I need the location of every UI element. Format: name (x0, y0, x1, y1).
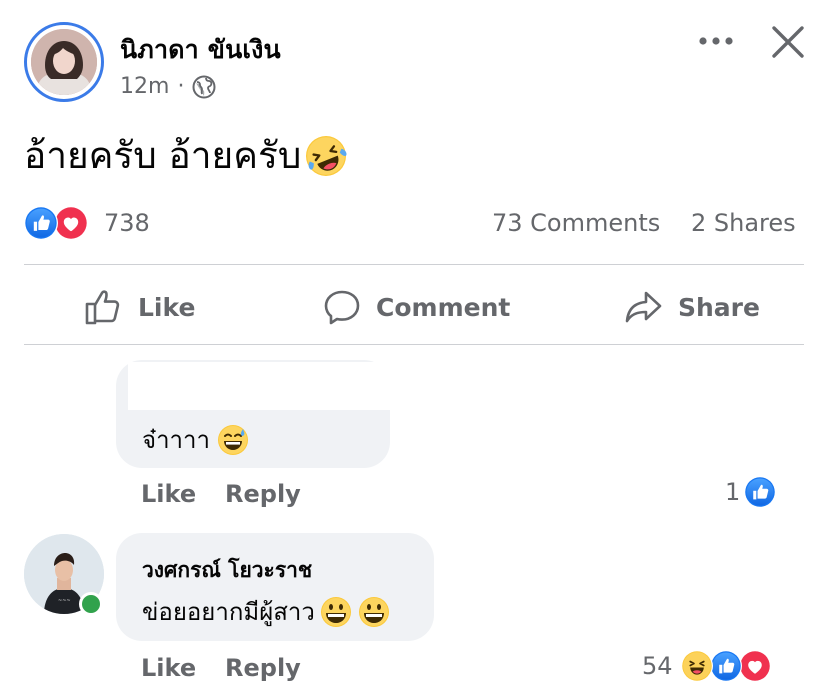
love-reaction-icon (738, 650, 771, 682)
author-name[interactable]: นิภาดา ขันเงิน (120, 30, 281, 70)
share-icon (625, 291, 662, 323)
comment-text: ข่อยอยากมีผู้สาว (142, 592, 391, 631)
redacted-commenter-name (128, 362, 390, 410)
divider-bottom (24, 344, 804, 345)
grinning-emoji-icon (320, 596, 351, 627)
comment-text-content: ข่อยอยากมีผู้สาว (142, 598, 315, 626)
svg-text:~~~: ~~~ (58, 598, 71, 604)
reaction-count[interactable]: 738 (104, 209, 150, 237)
comment-button[interactable]: Comment (322, 282, 510, 332)
post-text: อ้ายครับ อ้ายครับ (24, 126, 349, 185)
comments-count-link[interactable]: 73 Comments (492, 209, 660, 237)
post-time[interactable]: 12m (120, 74, 169, 99)
comment-button-label: Comment (376, 292, 511, 322)
rofl-emoji-icon (306, 135, 347, 176)
author-avatar-photo (31, 29, 97, 95)
online-status-indicator (79, 592, 103, 616)
globe-icon (192, 75, 216, 98)
sweat-smile-emoji-icon (217, 424, 248, 455)
commenter-name[interactable]: วงศกรณ์ โยวะราช (142, 554, 312, 587)
like-reaction-icon (744, 476, 777, 508)
comment-like-link[interactable]: Like (141, 654, 196, 682)
comment-reply-link[interactable]: Reply (225, 654, 301, 682)
reaction-summary[interactable] (24, 206, 88, 240)
grinning-emoji-icon (358, 596, 389, 627)
comment-text: จ๋าาาา (142, 420, 250, 459)
ellipsis-icon (699, 37, 733, 45)
comment-icon (324, 290, 360, 325)
comment-reply-link[interactable]: Reply (225, 480, 301, 508)
thumbs-up-icon (85, 290, 120, 325)
post-meta: 12m · (120, 74, 216, 99)
like-button-label: Like (138, 292, 196, 322)
comment-reactions[interactable]: 1 (725, 476, 777, 508)
author-avatar[interactable] (24, 22, 104, 102)
close-icon (772, 26, 804, 58)
comment-reaction-count: 1 (725, 478, 741, 506)
comment-reaction-count: 54 (642, 652, 673, 680)
shares-count-link[interactable]: 2 Shares (691, 209, 796, 237)
comment-like-link[interactable]: Like (141, 480, 196, 508)
divider-top (24, 264, 804, 265)
close-button[interactable] (770, 24, 806, 60)
more-options-button[interactable] (697, 26, 737, 56)
like-button[interactable]: Like (84, 282, 195, 332)
like-reaction-icon (24, 206, 58, 240)
meta-separator: · (177, 74, 185, 99)
haha-reaction-icon (680, 650, 713, 682)
love-reaction-icon (54, 206, 88, 240)
like-reaction-icon (709, 650, 742, 682)
post-text-content: อ้ายครับ อ้ายครับ (24, 134, 302, 177)
share-button-label: Share (678, 292, 760, 322)
share-button[interactable]: Share (624, 282, 760, 332)
comment-text-content: จ๋าาาา (142, 426, 210, 454)
comment-reactions[interactable]: 54 (642, 650, 771, 682)
